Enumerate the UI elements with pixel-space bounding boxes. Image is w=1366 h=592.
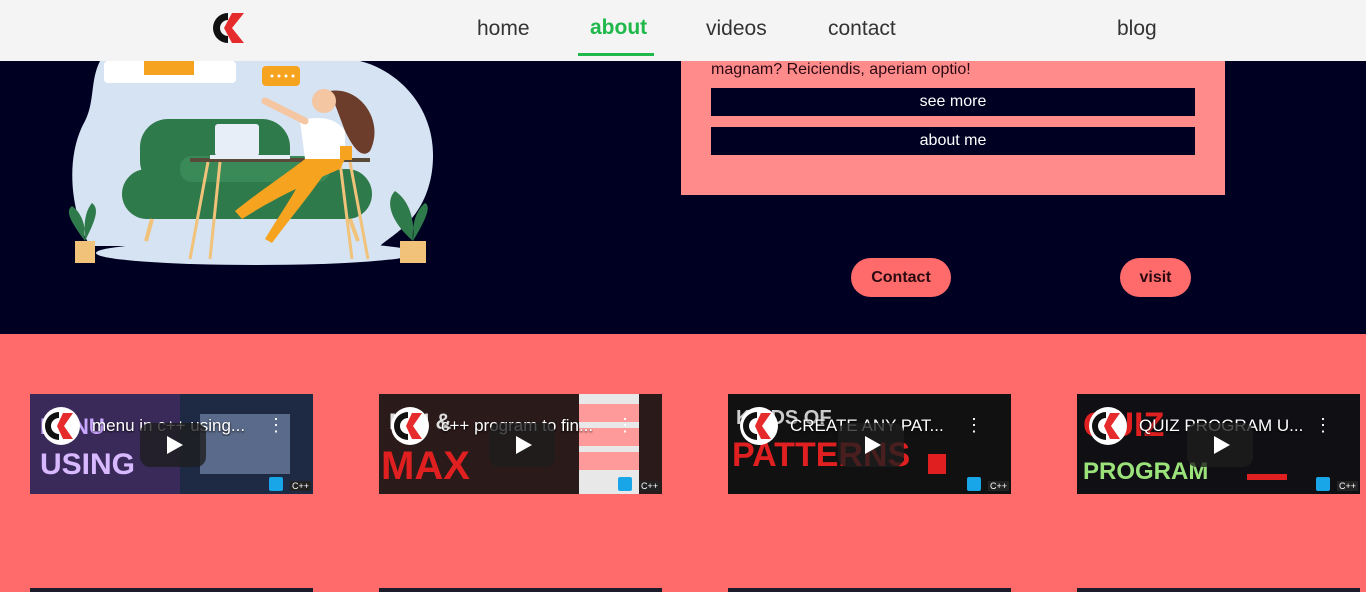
svg-text:USING: USING xyxy=(40,448,135,481)
more-options-icon[interactable]: ⋮ xyxy=(1314,416,1332,436)
nav-link-about[interactable]: about xyxy=(590,16,647,40)
video-card[interactable]: MIN & MAX c++ program to fin... ⋮ C++ xyxy=(379,394,662,494)
top-navbar: home about videos contact blog xyxy=(0,0,1366,61)
svg-text:MAX: MAX xyxy=(381,444,470,488)
channel-logo-icon[interactable] xyxy=(1089,407,1127,445)
video-card-partial[interactable] xyxy=(30,588,313,592)
playlist-icon xyxy=(1316,477,1330,491)
visit-button[interactable]: visit xyxy=(1120,258,1191,297)
nav-link-contact[interactable]: contact xyxy=(828,17,896,41)
play-button[interactable] xyxy=(489,423,555,467)
playlist-icon xyxy=(967,477,981,491)
video-tag: C++ xyxy=(987,481,1009,491)
about-me-button[interactable]: about me xyxy=(711,127,1195,155)
play-button[interactable] xyxy=(140,423,206,467)
channel-logo-icon[interactable] xyxy=(391,407,429,445)
video-card-partial[interactable] xyxy=(379,588,662,592)
playlist-icon xyxy=(618,477,632,491)
channel-logo-icon[interactable] xyxy=(740,407,778,445)
brand-logo-icon[interactable] xyxy=(210,10,252,46)
more-options-icon[interactable]: ⋮ xyxy=(965,416,983,436)
more-options-icon[interactable]: ⋮ xyxy=(267,416,285,436)
play-button[interactable] xyxy=(1187,423,1253,467)
channel-logo-icon[interactable] xyxy=(42,407,80,445)
active-nav-indicator xyxy=(578,53,654,56)
video-card[interactable]: KINDS OF PATTERNS CREATE ANY PAT... ⋮ C+… xyxy=(728,394,1011,494)
hero-section: magnam? Reiciendis, aperiam optio! see m… xyxy=(0,61,1366,334)
video-card[interactable]: MENU USING menu in c++ using... ⋮ C++ xyxy=(30,394,313,494)
more-options-icon[interactable]: ⋮ xyxy=(616,416,634,436)
video-card-partial[interactable] xyxy=(1077,588,1360,592)
play-button[interactable] xyxy=(838,423,904,467)
video-tag: C++ xyxy=(289,481,311,491)
nav-link-videos[interactable]: videos xyxy=(706,17,767,41)
video-tag: C++ xyxy=(1336,481,1358,491)
nav-link-home[interactable]: home xyxy=(477,17,530,41)
video-card-partial[interactable] xyxy=(728,588,1011,592)
about-card-text: magnam? Reiciendis, aperiam optio! xyxy=(711,61,971,78)
person-on-sofa-illustration xyxy=(68,61,434,265)
video-tag: C++ xyxy=(638,481,660,491)
nav-link-blog[interactable]: blog xyxy=(1117,17,1157,41)
contact-button[interactable]: Contact xyxy=(851,258,951,297)
see-more-button[interactable]: see more xyxy=(711,88,1195,116)
playlist-icon xyxy=(269,477,283,491)
video-card[interactable]: QUIZ PROGRAM QUIZ PROGRAM U... ⋮ C++ xyxy=(1077,394,1360,494)
about-card: magnam? Reiciendis, aperiam optio! see m… xyxy=(681,61,1225,195)
